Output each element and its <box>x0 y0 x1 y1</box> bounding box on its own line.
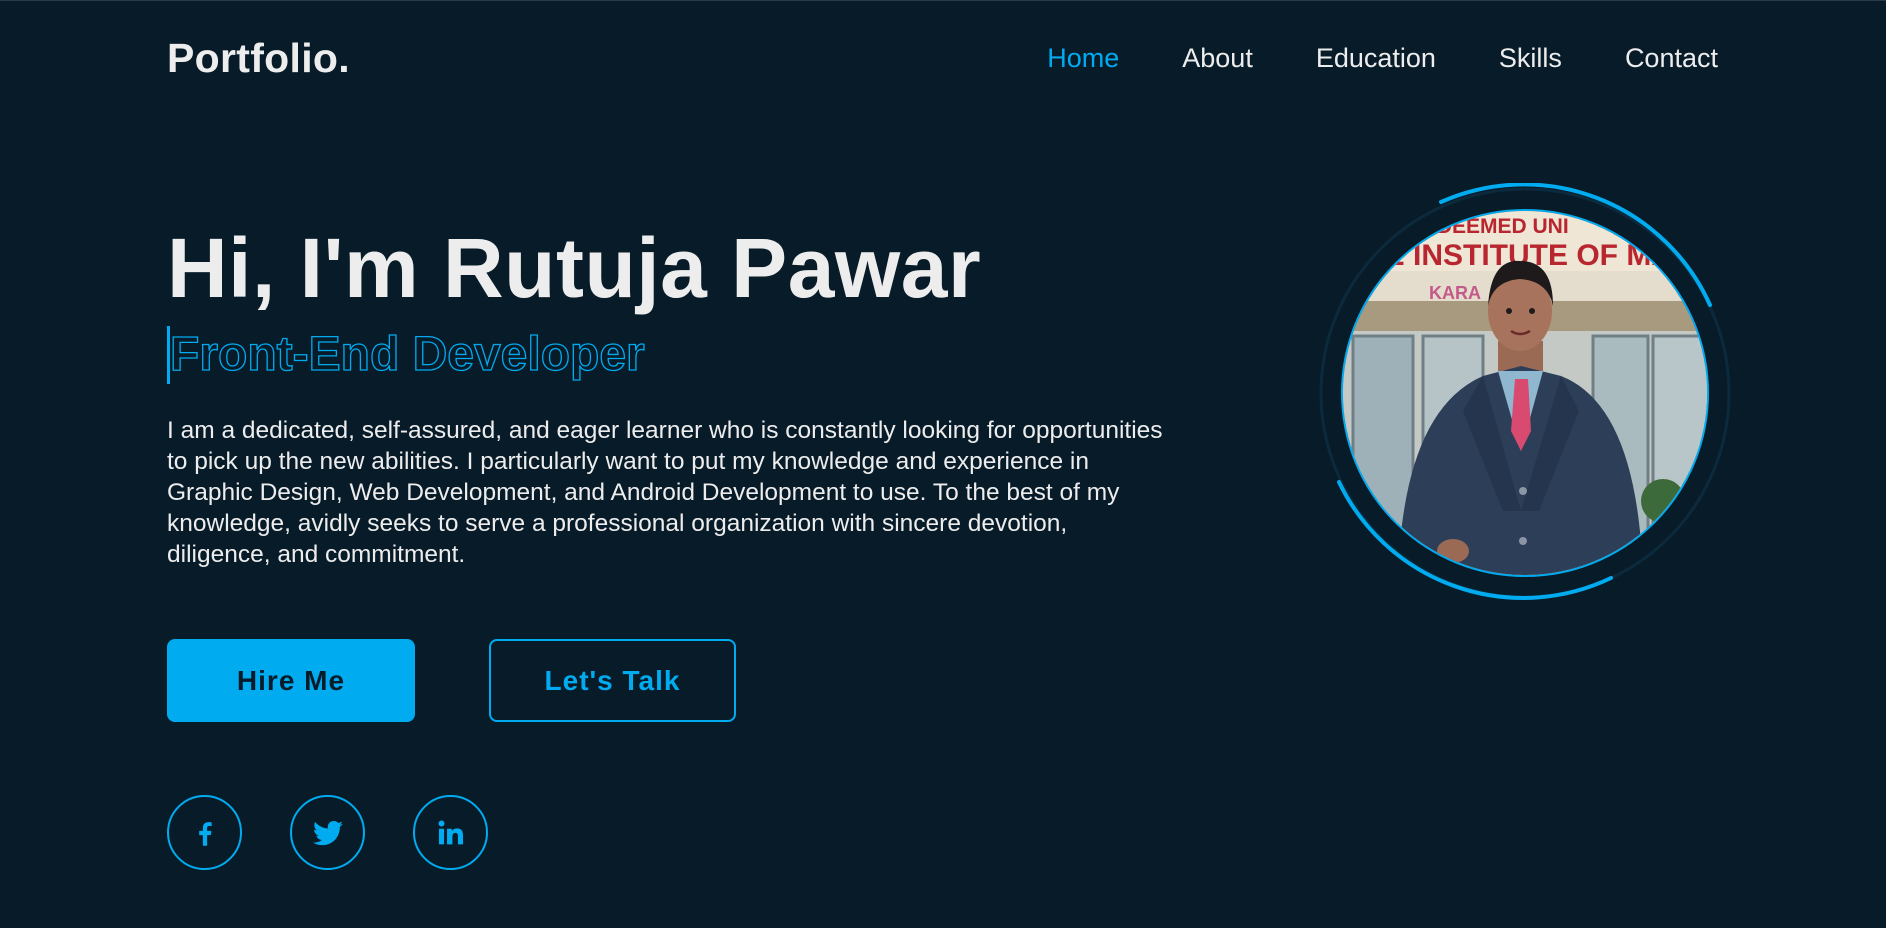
nav-skills[interactable]: Skills <box>1499 43 1562 74</box>
portrait-illustration: TH DEEMED UNI ITE INSTITUTE OF MA KARA <box>1343 211 1707 575</box>
nav-about[interactable]: About <box>1182 43 1253 74</box>
site-header: Portfolio. Home About Education Skills C… <box>167 1 1718 115</box>
social-links <box>167 795 488 870</box>
linkedin-link[interactable] <box>413 795 488 870</box>
sign-text-3: KARA <box>1429 283 1481 303</box>
nav-contact[interactable]: Contact <box>1625 43 1718 74</box>
hero-section: Hi, I'm Rutuja Pawar Front-End Developer… <box>167 222 1167 570</box>
main-nav: Home About Education Skills Contact <box>1047 43 1718 74</box>
nav-education[interactable]: Education <box>1316 43 1436 74</box>
profile-photo: TH DEEMED UNI ITE INSTITUTE OF MA KARA <box>1341 209 1709 577</box>
facebook-link[interactable] <box>167 795 242 870</box>
hero-title: Hi, I'm Rutuja Pawar <box>167 221 982 315</box>
profile-photo-frame: TH DEEMED UNI ITE INSTITUTE OF MA KARA <box>1315 183 1735 603</box>
nav-home[interactable]: Home <box>1047 43 1119 74</box>
logo[interactable]: Portfolio. <box>167 35 350 82</box>
facebook-icon <box>198 821 212 846</box>
twitter-link[interactable] <box>290 795 365 870</box>
hire-me-button[interactable]: Hire Me <box>167 639 415 722</box>
linkedin-icon <box>438 820 463 844</box>
hero-role: Front-End Developer <box>169 328 645 382</box>
role-wrapper: Front-End Developer <box>167 324 1167 385</box>
hero-bio: I am a dedicated, self-assured, and eage… <box>167 417 1163 569</box>
lets-talk-button[interactable]: Let's Talk <box>489 639 736 722</box>
twitter-icon <box>312 820 343 845</box>
portfolio-page: Portfolio. Home About Education Skills C… <box>0 0 1886 928</box>
